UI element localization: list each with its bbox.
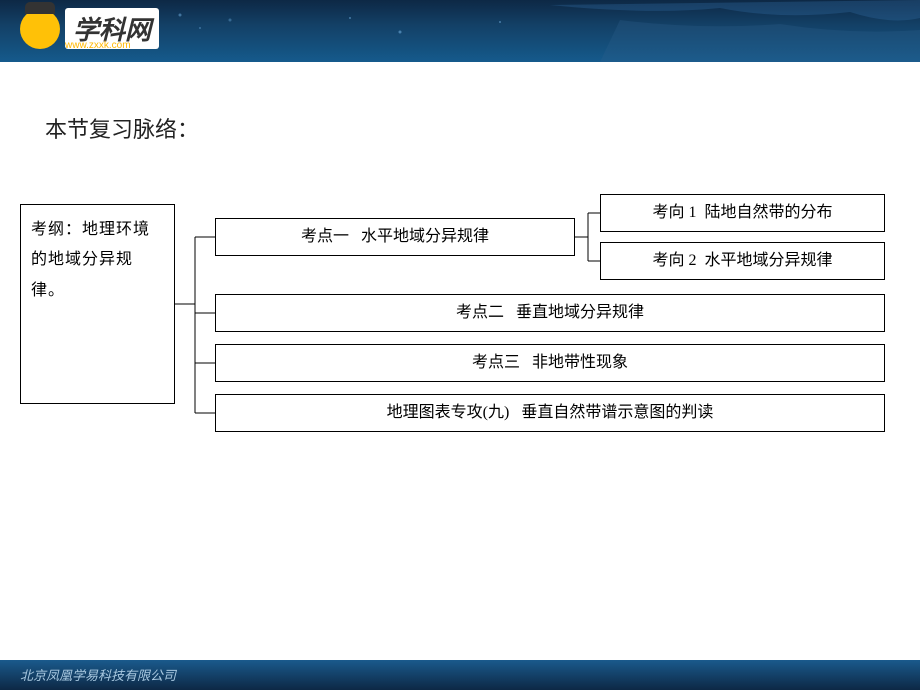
topic2-box: 考点二 垂直地域分异规律 [215,294,885,332]
footer-text: 北京凤凰学易科技有限公司 [20,665,176,684]
topic4-content: 垂直自然带谱示意图的判读 [521,398,713,428]
topic3-label: 考点三 [472,348,520,378]
topic1-box: 考点一 水平地域分异规律 [215,218,575,256]
sub1-label: 考向 1 [652,198,696,228]
sub2-content: 水平地域分异规律 [705,246,833,276]
topic2-content: 垂直地域分异规律 [516,298,644,328]
review-diagram: 考纲：地理环境的地域分异规律。 考点一 水平地域分异规律 考向 1 陆地自然带的… [20,194,880,444]
topic4-box: 地理图表专攻(九) 垂直自然带谱示意图的判读 [215,394,885,432]
sub1-box: 考向 1 陆地自然带的分布 [600,194,885,232]
content-area: 本节复习脉络： [0,62,920,464]
logo-url: www.zxxk.com [65,40,131,51]
sub2-label: 考向 2 [652,246,696,276]
bottom-banner: 北京凤凰学易科技有限公司 [0,660,920,690]
section-title: 本节复习脉络： [45,112,880,144]
sub1-content: 陆地自然带的分布 [705,198,833,228]
topic3-box: 考点三 非地带性现象 [215,344,885,382]
logo-mascot-icon [20,9,60,49]
sub2-box: 考向 2 水平地域分异规律 [600,242,885,280]
topic1-label: 考点一 [301,222,349,252]
topic2-label: 考点二 [456,298,504,328]
topic3-content: 非地带性现象 [532,348,628,378]
topic4-label: 地理图表专攻(九) [387,398,510,428]
root-box: 考纲：地理环境的地域分异规律。 [20,204,175,404]
root-label: 考纲： [31,221,82,238]
top-banner: 学科网 www.zxxk.com [0,0,920,62]
topic1-content: 水平地域分异规律 [361,222,489,252]
